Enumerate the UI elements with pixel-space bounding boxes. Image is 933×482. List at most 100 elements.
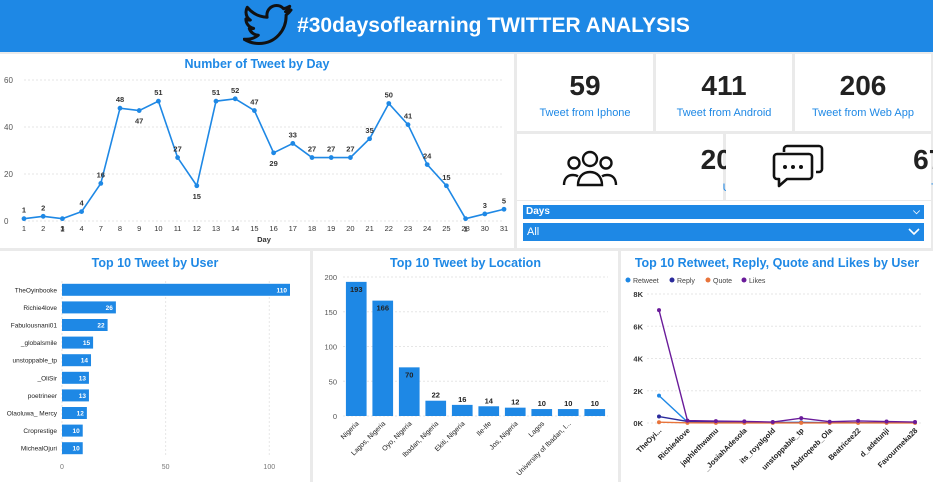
y-tick-label: 100 bbox=[324, 343, 337, 352]
data-label: 14 bbox=[81, 358, 89, 365]
data-point bbox=[213, 98, 219, 104]
engagement-chart: 0K 2K 4K 6K 8K Retweet Reply Quote Likes TheOyi..… bbox=[625, 277, 923, 474]
data-label: 14 bbox=[485, 396, 494, 405]
y-tick-label: 0 bbox=[333, 412, 337, 421]
data-point bbox=[713, 419, 718, 424]
data-label: 10 bbox=[564, 399, 572, 408]
category-label: Ile-Ife bbox=[476, 420, 493, 437]
x-tick-label: 24 bbox=[423, 224, 431, 233]
data-point bbox=[232, 96, 238, 102]
data-point bbox=[290, 141, 296, 146]
data-label: 16 bbox=[458, 395, 466, 404]
kpi-webapp-label: Tweet from Web App bbox=[812, 107, 914, 119]
data-label: 51 bbox=[212, 88, 220, 97]
x-tick-label: 14 bbox=[231, 224, 239, 233]
x-tick-label: 30 bbox=[481, 224, 489, 233]
x-tick-label: 19 bbox=[327, 224, 335, 233]
kpi-users: 205 Users bbox=[517, 134, 751, 200]
data-label: 24 bbox=[423, 152, 432, 161]
data-point bbox=[386, 101, 392, 106]
kpi-android: 411 Tweet from Android bbox=[656, 54, 792, 131]
data-point bbox=[482, 211, 488, 217]
category-label: Richie4love bbox=[23, 305, 57, 312]
top-users-chart: 0 50 100 110 TheOyinbooke 26 Richie4love 22 Fabu… bbox=[7, 281, 290, 471]
days-slicer-title: Days bbox=[526, 206, 550, 217]
dashboard-title: #30daysoflearning TWITTER ANALYSIS bbox=[297, 14, 690, 37]
data-label: 41 bbox=[404, 112, 412, 121]
kpi-android-value: 411 bbox=[701, 70, 747, 101]
y-tick-label: 4K bbox=[633, 355, 643, 364]
y-tick-label: 40 bbox=[4, 123, 13, 132]
tweets-by-day-panel: Number of Tweet by Day 0 20 40 60 1 1 2 2 1 3 4 4 16… bbox=[0, 54, 514, 248]
x-tick-label: 4 bbox=[80, 224, 84, 233]
x-tick-label: 8 bbox=[118, 224, 122, 233]
x-tick-label: 3 bbox=[60, 224, 64, 233]
data-label: 15 bbox=[83, 340, 91, 347]
kpi-tweets-value: 679 bbox=[913, 144, 933, 175]
x-tick-label: 20 bbox=[346, 224, 354, 233]
bar bbox=[425, 400, 447, 416]
data-point bbox=[194, 183, 200, 189]
kpi-iphone-label: Tweet from Iphone bbox=[539, 107, 631, 119]
twitter-bird-icon bbox=[243, 4, 293, 45]
legend-marker bbox=[741, 277, 747, 283]
data-point bbox=[136, 108, 142, 113]
data-label: 22 bbox=[97, 323, 105, 330]
data-point bbox=[328, 155, 334, 160]
data-point bbox=[685, 418, 690, 423]
data-label: 52 bbox=[231, 86, 239, 95]
data-label: 26 bbox=[106, 305, 114, 312]
data-label: 13 bbox=[79, 375, 87, 382]
y-tick-label: 20 bbox=[4, 170, 13, 179]
data-point bbox=[252, 108, 257, 113]
data-point bbox=[657, 308, 661, 313]
category-label: _OliSir bbox=[36, 375, 57, 382]
series-line bbox=[658, 421, 915, 424]
x-tick-label: 13 bbox=[212, 224, 220, 233]
data-point bbox=[79, 209, 84, 215]
bar bbox=[478, 406, 500, 416]
data-label: 48 bbox=[116, 95, 124, 104]
data-label: 27 bbox=[173, 145, 181, 154]
data-point bbox=[117, 105, 123, 111]
category-label: MichealOjuri bbox=[21, 446, 57, 453]
data-point bbox=[98, 181, 104, 186]
data-label: 3 bbox=[483, 201, 487, 210]
data-label: 50 bbox=[385, 91, 393, 100]
top-users-panel: Top 10 Tweet by User 0 50 100 110 TheOyinboo… bbox=[0, 251, 310, 482]
y-tick-label: 60 bbox=[4, 76, 13, 85]
x-tick-label: 0 bbox=[60, 464, 64, 471]
category-label: University of Ibadan, I... bbox=[516, 420, 573, 477]
days-slicer-dropdown[interactable]: All bbox=[523, 223, 924, 241]
data-point bbox=[367, 136, 372, 142]
x-axis-label: Day bbox=[257, 235, 272, 244]
chat-bubbles-icon bbox=[772, 144, 824, 188]
category-label: Olaoluwa_ Mercy bbox=[7, 411, 58, 418]
bar bbox=[531, 409, 553, 416]
bar bbox=[504, 407, 526, 416]
top-location-chart: 050100150200193Nigeria166Lagos, Nigeria7… bbox=[324, 273, 608, 477]
x-tick-label: 15 bbox=[250, 224, 258, 233]
x-tick-label: 1 bbox=[22, 224, 26, 233]
kpi-iphone: 59 Tweet from Iphone bbox=[517, 54, 653, 131]
kpi-android-label: Tweet from Android bbox=[676, 107, 772, 119]
x-tick-label: 17 bbox=[289, 224, 297, 233]
x-tick-label: 7 bbox=[99, 224, 103, 233]
legend-marker bbox=[625, 277, 631, 283]
x-tick-label: 100 bbox=[263, 464, 275, 471]
data-label: 35 bbox=[365, 126, 373, 135]
kpi-tweets: 679 Tweets bbox=[726, 134, 933, 200]
data-point bbox=[21, 216, 27, 222]
x-tick-label: 2 bbox=[41, 224, 45, 233]
data-label: 27 bbox=[346, 145, 354, 154]
bar bbox=[557, 409, 579, 416]
data-point bbox=[156, 98, 161, 104]
data-point bbox=[40, 213, 46, 219]
bar bbox=[62, 283, 290, 296]
top-location-panel: Top 10 Tweet by Location 0 50 100 150 200 193… bbox=[313, 251, 618, 482]
data-point bbox=[770, 420, 775, 425]
x-tick-label: 50 bbox=[162, 464, 170, 471]
legend-label: Likes bbox=[749, 278, 766, 285]
y-tick-label: 8K bbox=[633, 290, 643, 299]
chevron-down-icon[interactable]: ⌵ bbox=[913, 206, 920, 217]
